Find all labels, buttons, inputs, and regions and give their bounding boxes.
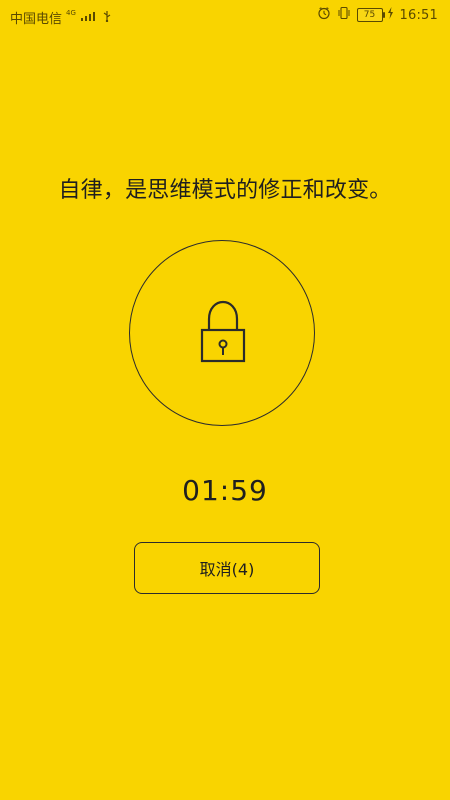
cancel-button-label: 取消(4) <box>199 560 255 579</box>
usb-icon <box>100 10 112 26</box>
network-type: 4G <box>66 9 76 17</box>
battery-level: 75 <box>363 10 376 20</box>
lock-circle <box>129 240 315 426</box>
signal-strength-icon <box>80 10 96 26</box>
status-right: 75 16:51 <box>317 6 438 24</box>
status-bar: 中国电信 4G 75 16:51 <box>0 0 450 32</box>
vibrate-icon <box>337 6 351 24</box>
status-left: 中国电信 4G <box>10 8 112 27</box>
charging-bolt-icon <box>387 7 394 23</box>
countdown-timer: 01:59 <box>182 474 268 507</box>
cancel-button[interactable]: 取消(4) <box>134 542 320 594</box>
status-time: 16:51 <box>399 7 438 23</box>
carrier-name: 中国电信 <box>10 12 63 27</box>
lock-icon <box>194 299 252 369</box>
motto-text: 自律，是思维模式的修正和改变。 <box>58 178 392 203</box>
alarm-clock-icon <box>317 6 331 24</box>
battery-indicator: 75 <box>356 8 385 22</box>
